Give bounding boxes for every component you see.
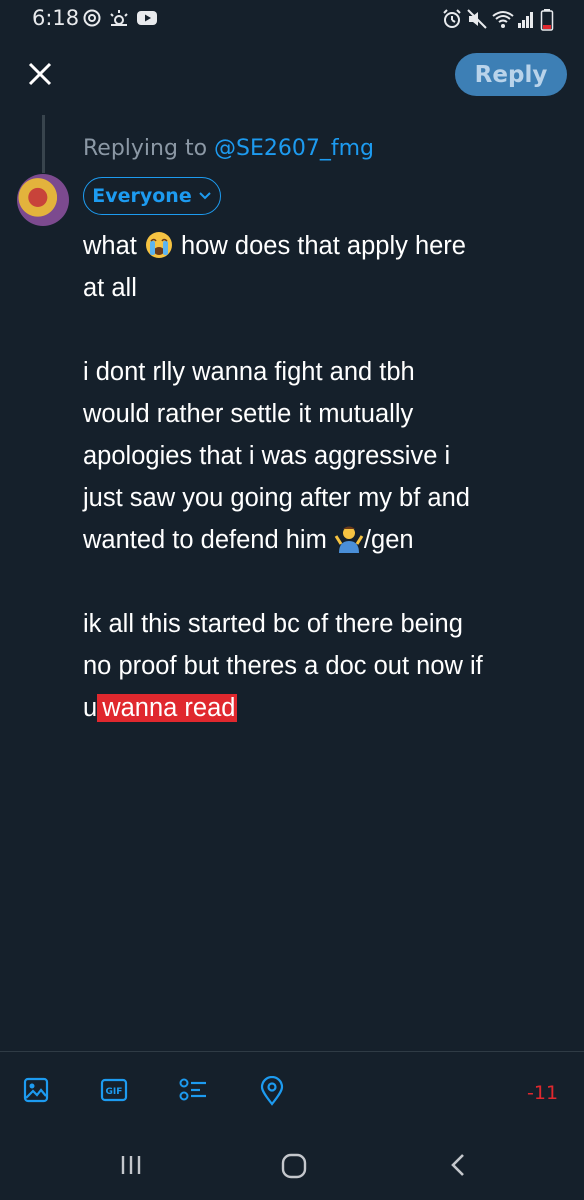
gif-icon[interactable]: GIF <box>100 1076 128 1104</box>
text-line: what how does that apply here <box>83 232 466 260</box>
weather-icon <box>110 10 128 26</box>
reply-button[interactable]: Reply <box>455 53 567 96</box>
text-line: u wanna read <box>83 694 238 722</box>
audience-label: Everyone <box>92 185 192 207</box>
svg-text:GIF: GIF <box>106 1087 123 1097</box>
text-line: ik all this started bc of there being <box>83 610 463 638</box>
poll-icon[interactable] <box>178 1076 208 1104</box>
text-line: i dont rlly wanna fight and tbh <box>83 358 415 386</box>
data-saver-icon <box>83 9 101 27</box>
location-icon[interactable] <box>258 1076 286 1106</box>
audience-selector[interactable]: Everyone <box>83 177 221 215</box>
replying-to: Replying to @SE2607_fmg <box>83 136 374 161</box>
image-icon[interactable] <box>22 1076 50 1104</box>
replying-prefix: Replying to <box>83 136 215 161</box>
battery-icon <box>540 9 554 31</box>
chevron-down-icon <box>199 192 211 200</box>
replying-handle[interactable]: @SE2607_fmg <box>214 136 374 161</box>
thread-line <box>42 115 45 173</box>
signal-icon <box>518 12 533 28</box>
text-line: at all <box>83 274 137 302</box>
text-line: apologies that i was aggressive i <box>83 442 451 470</box>
text-line: no proof but theres a doc out now if <box>83 652 483 680</box>
text-line: would rather settle it mutually <box>83 400 414 428</box>
text-line: wanted to defend him /gen <box>83 526 414 554</box>
recent-apps-icon[interactable] <box>118 1152 144 1178</box>
avatar[interactable] <box>17 174 69 226</box>
text-selection-highlight: wanna read <box>97 694 238 722</box>
character-counter: -11 <box>527 1082 559 1104</box>
tweet-text-input[interactable]: what how does that apply here at all i d… <box>83 225 573 729</box>
toolbar-divider <box>0 1051 584 1052</box>
alarm-icon <box>443 9 461 28</box>
back-icon[interactable] <box>446 1152 472 1178</box>
crying-face-icon <box>145 232 172 258</box>
status-time: 6:18 <box>32 6 80 30</box>
home-icon[interactable] <box>280 1152 308 1180</box>
close-icon[interactable] <box>22 56 58 92</box>
text-line: just saw you going after my bf and <box>83 484 470 512</box>
mute-icon <box>467 9 487 29</box>
status-bar: 6:18 <box>0 0 584 38</box>
shrug-icon <box>334 526 364 553</box>
wifi-icon <box>492 11 514 28</box>
youtube-icon <box>137 11 157 25</box>
